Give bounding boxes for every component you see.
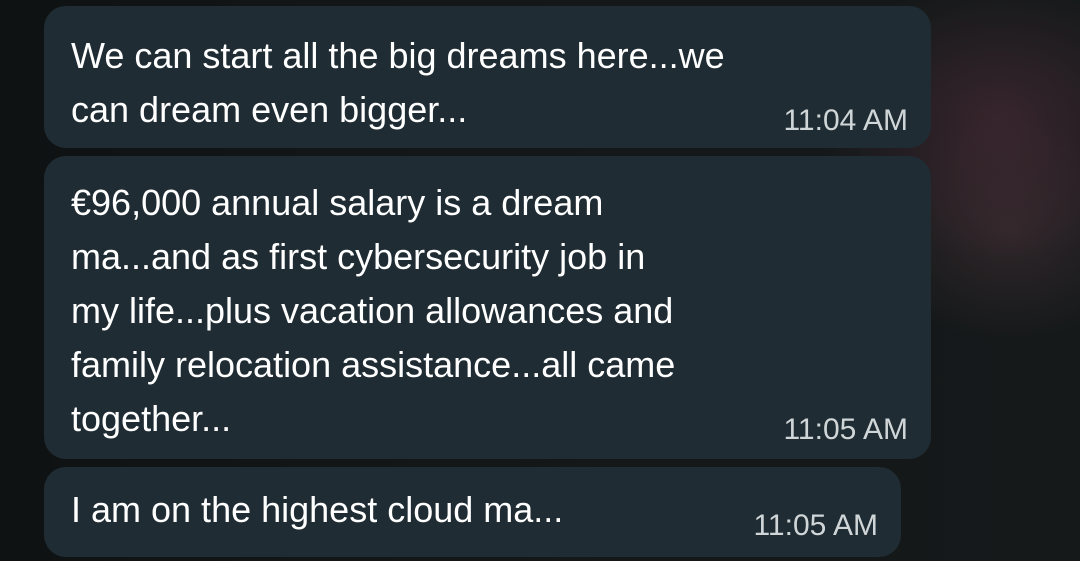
chat-background: We can start all the big dreams here...w… (0, 0, 1080, 561)
message-timestamp: 11:05 AM (753, 509, 878, 542)
message-text: €96,000 annual salary is a dream ma...an… (71, 182, 676, 439)
message-bubble[interactable]: We can start all the big dreams here...w… (44, 6, 931, 148)
message-timestamp: 11:04 AM (783, 104, 908, 137)
message-text: I am on the highest cloud ma... (71, 489, 564, 530)
message-timestamp: 11:05 AM (783, 413, 908, 446)
message-bubble[interactable]: I am on the highest cloud ma... 11:05 AM (44, 467, 901, 557)
message-bubble[interactable]: €96,000 annual salary is a dream ma...an… (44, 156, 931, 459)
